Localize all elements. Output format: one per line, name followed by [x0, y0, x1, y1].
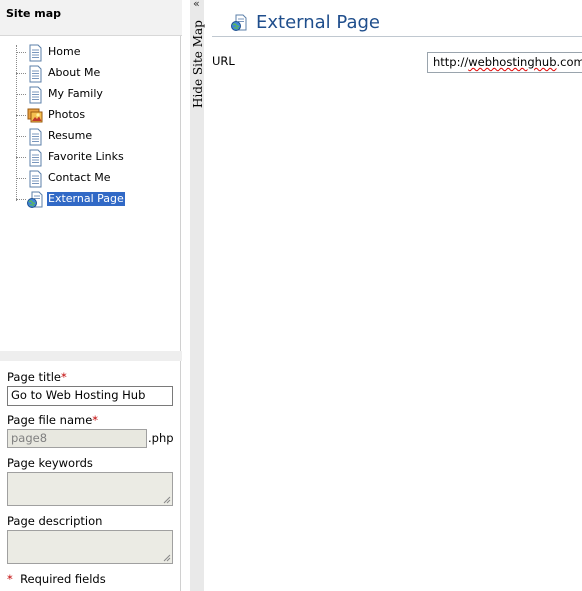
page-file-name-input: page8: [7, 429, 147, 448]
page-icon: [29, 149, 42, 167]
tree-item-my-family[interactable]: My Family: [16, 84, 176, 105]
page-keywords-textarea[interactable]: [7, 472, 173, 506]
page-properties-form: Page title* Go to Web Hosting Hub Page f…: [0, 361, 181, 591]
photo-gallery-icon: [27, 108, 43, 123]
tree-item-label: Favorite Links: [48, 150, 124, 163]
site-map-title: Site map: [6, 7, 61, 20]
main-content: External Page URL http://webhostinghub.c…: [204, 0, 582, 591]
tree-item-contact-me[interactable]: Contact Me: [16, 168, 176, 189]
page-icon: [29, 128, 42, 146]
tree-item-label: About Me: [48, 66, 101, 79]
tree-item-label: Resume: [48, 129, 93, 142]
page-file-name-label: Page file name*: [7, 413, 99, 427]
site-map-header: Site map: [0, 0, 182, 36]
url-input[interactable]: http://webhostinghub.com: [427, 52, 582, 73]
resize-grip-icon[interactable]: [163, 496, 171, 504]
tree-item-home[interactable]: Home: [16, 42, 176, 63]
title-divider: [212, 36, 582, 37]
page-icon: [29, 44, 42, 62]
tree-item-resume[interactable]: Resume: [16, 126, 176, 147]
page-description-textarea[interactable]: [7, 530, 173, 564]
page-keywords-label: Page keywords: [7, 456, 93, 470]
page-description-label: Page description: [7, 514, 103, 528]
tree-item-external-page[interactable]: External Page: [16, 189, 176, 210]
panel-divider[interactable]: [0, 351, 182, 361]
tree-item-about-me[interactable]: About Me: [16, 63, 176, 84]
required-marker: *: [7, 572, 13, 586]
tree-item-label: Contact Me: [48, 171, 111, 184]
tree-item-favorite-links[interactable]: Favorite Links: [16, 147, 176, 168]
resize-grip-icon[interactable]: [163, 554, 171, 562]
hide-site-map-toggle[interactable]: Hide Site Map: [191, 20, 205, 108]
page-icon: [29, 86, 42, 104]
tree-item-photos[interactable]: Photos: [16, 105, 176, 126]
external-page-icon: [27, 191, 43, 208]
required-fields-note: * Required fields: [7, 572, 106, 586]
external-page-icon: [231, 14, 247, 31]
page-title-label: Page title*: [7, 370, 67, 384]
page-title-input[interactable]: Go to Web Hosting Hub: [7, 386, 173, 406]
page-icon: [29, 65, 42, 83]
tree-item-label: My Family: [48, 87, 103, 100]
site-map-tree: Home About Me My Family Photos Resume Fa…: [0, 36, 181, 351]
file-extension-label: .php: [148, 431, 174, 445]
page-title: External Page: [256, 12, 380, 33]
required-marker: *: [60, 370, 67, 384]
required-marker: *: [92, 413, 99, 427]
tree-item-label: Home: [48, 45, 81, 58]
url-label: URL: [212, 54, 235, 68]
tree-item-label: External Page: [47, 192, 125, 206]
page-icon: [29, 170, 42, 188]
site-map-panel: Site map Home About Me My Family Photos …: [0, 0, 182, 591]
tree-item-label: Photos: [48, 108, 86, 121]
